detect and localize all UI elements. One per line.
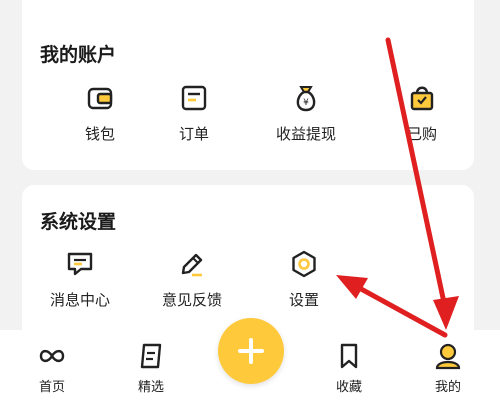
wallet-label: 钱包 [84, 125, 115, 143]
tab-mine-label: 我的 [434, 380, 461, 395]
tab-home[interactable]: 首页 [17, 342, 87, 395]
svg-text:¥: ¥ [303, 98, 309, 108]
tab-featured[interactable]: 精选 [116, 342, 186, 395]
tab-home-label: 首页 [38, 380, 65, 395]
my-account-title: 我的账户 [40, 44, 117, 66]
tab-mine[interactable]: 我的 [413, 342, 483, 395]
pencil-icon [181, 253, 203, 277]
wallet-item[interactable]: 钱包 [50, 83, 150, 144]
wallet-icon [87, 87, 113, 110]
feedback-label: 意见反馈 [161, 291, 222, 309]
shopping-bag-icon [410, 86, 434, 111]
order-icon [181, 85, 207, 111]
plus-icon [238, 338, 264, 364]
message-center-item[interactable]: 消息中心 [30, 249, 130, 310]
feedback-item[interactable]: 意见反馈 [142, 249, 242, 310]
money-bag-icon: ¥ [296, 86, 316, 112]
tab-favorites[interactable]: 收藏 [314, 342, 384, 395]
earnings-withdraw-label: 收益提现 [275, 125, 336, 143]
message-center-label: 消息中心 [49, 291, 110, 309]
system-settings-title: 系统设置 [40, 211, 117, 233]
settings-item[interactable]: 设置 [254, 249, 354, 310]
settings-label: 设置 [288, 291, 319, 309]
my-account-card: 我的账户 钱包 订单 ¥ 收益提现 已购 [22, 0, 474, 170]
settings-icon [292, 250, 316, 278]
infinity-icon [39, 349, 65, 363]
user-icon [435, 343, 461, 370]
tab-favorites-label: 收藏 [335, 380, 362, 395]
featured-icon [140, 343, 162, 369]
earnings-withdraw-item[interactable]: ¥ 收益提现 [256, 83, 356, 144]
create-plus-button[interactable] [218, 318, 284, 384]
order-item[interactable]: 订单 [144, 83, 244, 144]
purchased-label: 已购 [406, 125, 437, 143]
tab-featured-label: 精选 [137, 380, 164, 395]
purchased-item[interactable]: 已购 [372, 83, 472, 144]
order-label: 订单 [178, 125, 209, 143]
message-icon [67, 252, 93, 276]
bookmark-icon [340, 343, 358, 369]
